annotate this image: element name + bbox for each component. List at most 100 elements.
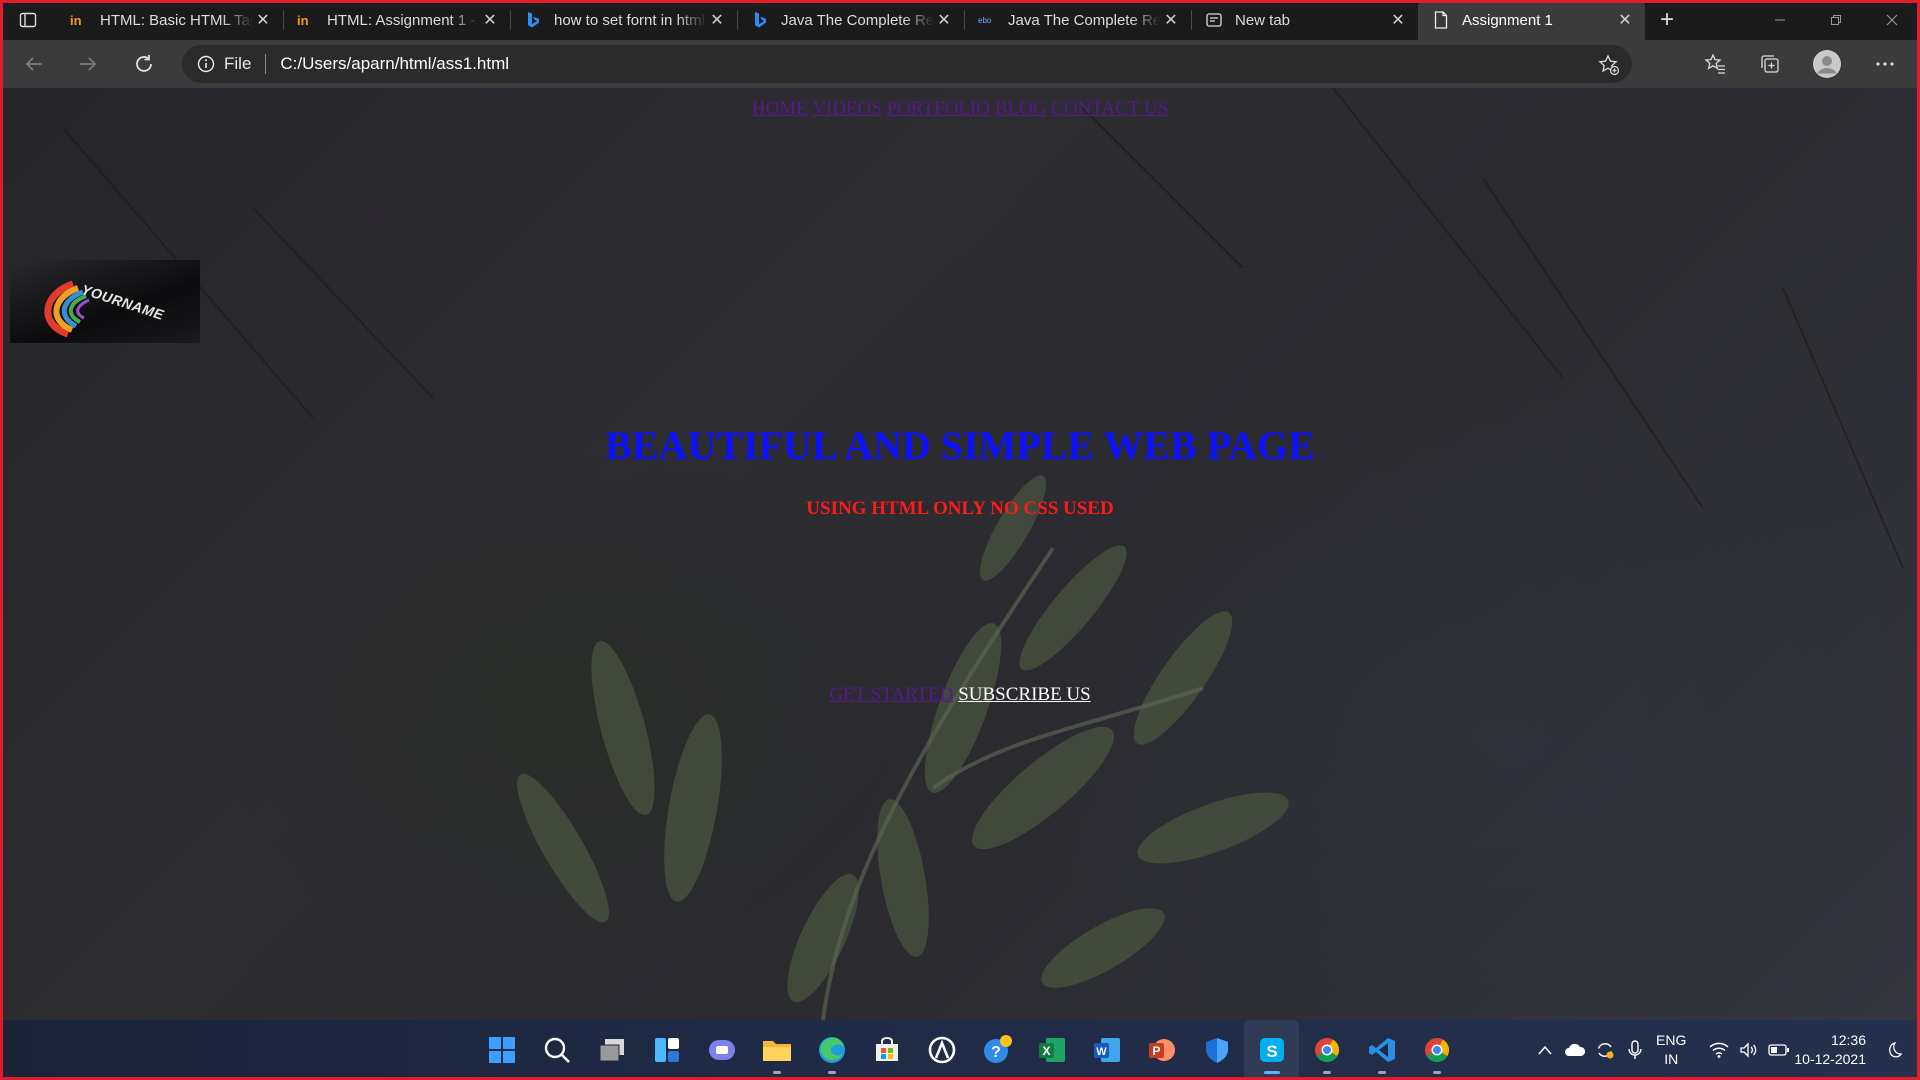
edge-icon: [818, 1037, 845, 1063]
page-subheadline: USING HTML ONLY NO CSS USED: [806, 498, 1114, 519]
get-help-button[interactable]: ?: [969, 1020, 1024, 1080]
close-tab-icon[interactable]: ✕: [253, 10, 273, 30]
skype-button[interactable]: S: [1244, 1020, 1299, 1080]
settings-more-button[interactable]: [1869, 48, 1901, 80]
nav-blog-link[interactable]: BLOG: [995, 98, 1047, 119]
subscribe-link[interactable]: SUBSCRIBE US: [958, 684, 1091, 705]
search-icon: [544, 1037, 570, 1063]
powerpoint-button[interactable]: P: [1134, 1020, 1189, 1080]
excel-button[interactable]: X: [1024, 1020, 1079, 1080]
forward-button[interactable]: [72, 48, 104, 80]
browser-tab[interactable]: ebo Java The Complete Reference✕: [964, 0, 1191, 40]
refresh-button[interactable]: [128, 48, 160, 80]
close-tab-icon[interactable]: ✕: [934, 10, 954, 30]
chrome-button[interactable]: [1299, 1020, 1354, 1080]
collections-button[interactable]: [1754, 48, 1786, 80]
profile-button[interactable]: [1811, 48, 1843, 80]
help-icon: ?: [983, 1035, 1012, 1063]
store-button[interactable]: [859, 1020, 914, 1080]
clock[interactable]: 12:36 10-12-2021: [1794, 1031, 1866, 1069]
browser-toolbar: File C:/Users/aparn/html/ass1.html: [0, 40, 1920, 88]
show-hidden-icons-button[interactable]: [1530, 1045, 1560, 1055]
teams-chat-button[interactable]: [694, 1020, 749, 1080]
wifi-icon[interactable]: [1704, 1042, 1734, 1058]
taskbar-search-button[interactable]: [529, 1020, 584, 1080]
vscode-button[interactable]: [1354, 1020, 1409, 1080]
browser-tab[interactable]: Java The Complete Reference✕: [737, 0, 964, 40]
background-photo: [62, 88, 1904, 1020]
close-tab-icon[interactable]: ✕: [1388, 10, 1408, 30]
chrome-icon: [1424, 1038, 1449, 1063]
new-tab-button[interactable]: +: [1645, 0, 1689, 40]
task-view-button[interactable]: [584, 1020, 639, 1080]
browser-tab[interactable]: New tab ✕: [1191, 0, 1418, 40]
info-icon[interactable]: [196, 54, 216, 74]
language-code: ENG: [1656, 1032, 1687, 1048]
newtab-icon: [1205, 11, 1223, 29]
tab-title: Java The Complete Reference: [1008, 11, 1161, 29]
notifications-icon[interactable]: [1880, 1041, 1910, 1059]
browser-tab[interactable]: how to set fornt in html ✕: [510, 0, 737, 40]
battery-icon[interactable]: [1764, 1044, 1794, 1056]
excel-icon: X: [1038, 1038, 1065, 1062]
widgets-button[interactable]: [639, 1020, 694, 1080]
site-icon: ebo: [978, 11, 996, 29]
browser-tab[interactable]: Assignment 1 ✕: [1418, 0, 1645, 40]
clock-time: 12:36: [1830, 1032, 1866, 1048]
bing-icon: [524, 11, 542, 29]
language-region: IN: [1664, 1051, 1679, 1067]
task-view-icon: [599, 1039, 624, 1062]
restore-button[interactable]: [1808, 0, 1864, 40]
svg-text:?: ?: [991, 1044, 1001, 1061]
page-icon: [1432, 11, 1450, 29]
chrome-profile-button[interactable]: [1409, 1020, 1464, 1080]
minimize-icon: [1775, 19, 1785, 21]
teams-chat-icon: [708, 1040, 735, 1060]
windows-taskbar: ? X W P S ENG IN 12:36 10-12-2021: [0, 1020, 1920, 1080]
edge-button[interactable]: [804, 1020, 859, 1080]
nav-contact-link[interactable]: CONTACT US: [1051, 98, 1168, 119]
internshala-icon: in: [297, 11, 315, 29]
app-icon: [928, 1036, 955, 1064]
defender-button[interactable]: [1189, 1020, 1244, 1080]
close-tab-icon[interactable]: ✕: [1615, 10, 1635, 30]
nav-portfolio-link[interactable]: PORTFOLIO: [887, 98, 990, 119]
back-button[interactable]: [18, 48, 50, 80]
address-bar[interactable]: File C:/Users/aparn/html/ass1.html: [182, 45, 1632, 83]
refresh-icon: [136, 55, 152, 72]
close-tab-icon[interactable]: ✕: [480, 10, 500, 30]
microphone-icon[interactable]: [1620, 1040, 1650, 1060]
browser-tab[interactable]: in HTML: Basic HTML Tags ✕: [56, 0, 283, 40]
page-viewport: HOME VIDEOS PORTFOLIO BLOG CONTACT US YO…: [3, 88, 1917, 1020]
favorites-button[interactable]: [1699, 48, 1731, 80]
svg-text:ebo: ebo: [978, 16, 992, 25]
tab-strip: in HTML: Basic HTML Tags ✕ in HTML: Assignme…: [0, 0, 1920, 40]
restore-icon: [1831, 15, 1841, 25]
svg-text:in: in: [297, 13, 309, 27]
svg-text:S: S: [1266, 1042, 1277, 1061]
close-tab-icon[interactable]: ✕: [1161, 10, 1181, 30]
volume-icon[interactable]: [1734, 1042, 1764, 1058]
sync-icon[interactable]: [1590, 1040, 1620, 1060]
url-text[interactable]: C:/Users/aparn/html/ass1.html: [280, 54, 509, 74]
close-tab-icon[interactable]: ✕: [707, 10, 727, 30]
onedrive-icon[interactable]: [1560, 1043, 1590, 1057]
tab-actions-icon: [19, 12, 37, 28]
word-button[interactable]: W: [1079, 1020, 1134, 1080]
tab-title: HTML: Assignment 1 - Internshala: [327, 11, 480, 29]
browser-tab[interactable]: in HTML: Assignment 1 - Internshala✕: [283, 0, 510, 40]
site-logo: YOURNAME: [10, 260, 200, 343]
file-explorer-button[interactable]: [749, 1020, 804, 1080]
start-button[interactable]: [474, 1020, 529, 1080]
minimize-button[interactable]: [1752, 0, 1808, 40]
language-indicator[interactable]: ENG IN: [1656, 1031, 1686, 1069]
tab-title: Java The Complete Reference: [781, 11, 934, 29]
get-started-link[interactable]: GET STARTED: [829, 684, 953, 705]
nav-home-link[interactable]: HOME: [752, 98, 808, 119]
tab-actions-button[interactable]: [0, 0, 56, 40]
add-favorite-icon[interactable]: [1598, 54, 1620, 81]
close-window-button[interactable]: [1864, 0, 1920, 40]
pinned-app-button[interactable]: [914, 1020, 969, 1080]
nav-videos-link[interactable]: VIDEOS: [812, 98, 882, 119]
back-arrow-icon: [25, 57, 42, 71]
